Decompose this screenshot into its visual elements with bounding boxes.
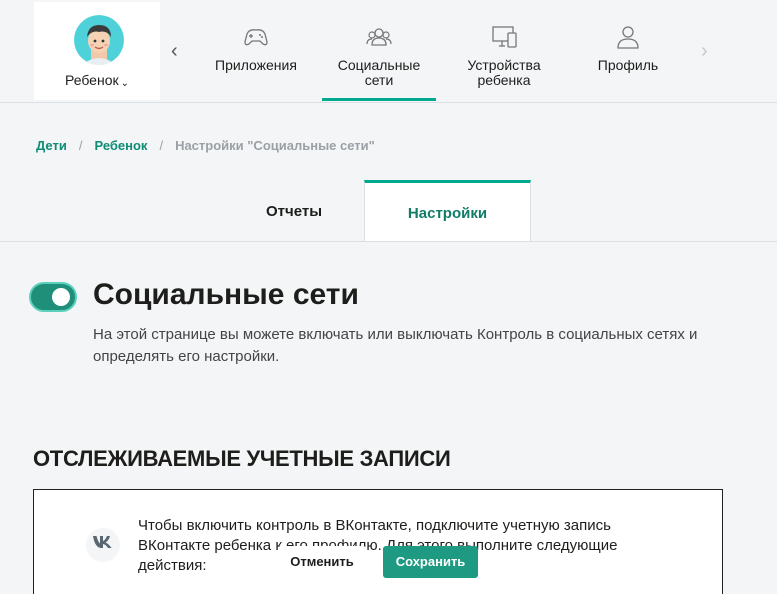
child-name-dropdown[interactable]: Ребенок ⌄ <box>34 72 160 89</box>
breadcrumb-current: Настройки "Социальные сети" <box>175 138 375 153</box>
nav-item-social-label: Социальные сети <box>337 57 421 88</box>
child-name-label: Ребенок <box>64 72 119 88</box>
breadcrumb-separator: / <box>78 138 83 153</box>
top-navigation: Ребенок ⌄ ‹ Приложения Социальные сети У… <box>0 0 777 103</box>
nav-item-child-devices[interactable]: Устройства ребенка <box>462 22 546 88</box>
nav-item-profile[interactable]: Профиль <box>590 22 666 73</box>
nav-item-devices-label-line2: ребенка <box>477 72 531 88</box>
breadcrumb: Дети / Ребенок / Настройки "Социальные сети" <box>36 138 375 153</box>
chevron-down-icon: ⌄ <box>120 78 130 89</box>
section-heading: ОТСЛЕЖИВАЕМЫЕ УЧЕТНЫЕ ЗАПИСИ <box>33 446 451 471</box>
user-icon <box>617 26 639 49</box>
cancel-button[interactable]: Отменить <box>278 546 366 578</box>
tab-reports[interactable]: Отчеты <box>230 180 358 242</box>
nav-item-devices-label-line1: Устройства <box>467 57 541 73</box>
breadcrumb-separator: / <box>159 138 164 153</box>
breadcrumb-child[interactable]: Ребенок <box>94 138 147 153</box>
child-avatar <box>74 15 124 65</box>
gamepad-icon <box>244 29 268 46</box>
tab-settings[interactable]: Настройки <box>364 180 531 242</box>
people-icon <box>366 28 392 46</box>
save-button[interactable]: Сохранить <box>383 546 478 578</box>
vk-logo-icon <box>86 528 120 562</box>
nav-next-arrow-icon[interactable]: › <box>701 40 708 63</box>
account-panel: Чтобы включить контроль в ВКонтакте, под… <box>33 489 723 594</box>
social-control-toggle[interactable] <box>29 282 77 312</box>
nav-item-profile-label: Профиль <box>597 57 659 73</box>
child-selector[interactable]: Ребенок ⌄ <box>34 2 160 100</box>
nav-item-apps-label: Приложения <box>215 57 297 73</box>
page-description: На этой странице вы можете включать или … <box>93 326 698 365</box>
devices-icon <box>492 26 517 48</box>
nav-prev-arrow-icon[interactable]: ‹ <box>171 40 178 63</box>
tabs-divider <box>0 241 777 242</box>
breadcrumb-children[interactable]: Дети <box>36 138 67 153</box>
page-title: Социальные сети <box>93 278 359 311</box>
nav-item-social-networks[interactable]: Социальные сети <box>322 22 436 101</box>
nav-item-apps[interactable]: Приложения <box>212 22 300 73</box>
toggle-knob <box>52 288 70 306</box>
